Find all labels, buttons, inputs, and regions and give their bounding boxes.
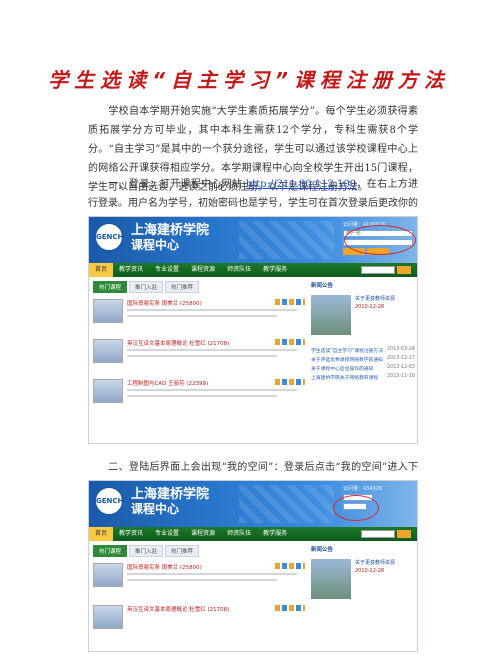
main-nav: 首页 教学资讯 专业设置 课程资源 师资队伍 教学服务 (89, 527, 417, 541)
news-text[interactable]: 上海建桥学院关于网络教育课程 (311, 376, 378, 381)
news-item[interactable]: 2013-12-17 关于评选优秀课程网络教学的通知 (311, 356, 415, 363)
course-desc-line (127, 395, 277, 397)
course-thumbnail (93, 299, 123, 323)
nav-majors[interactable]: 专业设置 (149, 263, 185, 277)
course-tabs: 热门课程 推门入驻 热门推荐 (93, 545, 201, 557)
main-nav: 首页 教学资讯 专业设置 课程资源 师资队伍 教学服务 (89, 263, 417, 277)
site-title: 上海建桥学院 课程中心 (131, 223, 209, 253)
banner-decoration (239, 221, 334, 259)
screenshot-login-page: GENCH 上海建桥学院 课程中心 访问量：4100026 用户名 首页 教学资讯… (88, 216, 418, 444)
course-action-icons (275, 299, 305, 305)
announcement[interactable]: 关于更变教师资源 2010-12-28 (355, 295, 413, 311)
news-text[interactable]: 关于评选优秀课程网络教学的通知 (311, 358, 383, 363)
school-logo: GENCH (94, 486, 124, 516)
search-go-button[interactable] (397, 266, 411, 274)
announcement-date: 2010-12-28 (355, 568, 385, 574)
news-date: 2013-12-03 (387, 365, 415, 370)
course-name[interactable]: 工程制图与CAD 王丽芬 (22399) (127, 379, 208, 387)
tab-hot-courses[interactable]: 热门课程 (93, 545, 127, 557)
school-logo: GENCH (94, 222, 124, 252)
announcement[interactable]: 关于更变教师资源 2010-12-28 (355, 559, 413, 575)
document-title: 学生选读“自主学习”课程注册方法 (48, 68, 450, 92)
nav-teaching-news[interactable]: 教学资讯 (113, 527, 149, 541)
news-header: 新闻公告 (311, 547, 334, 553)
nav-course-resources[interactable]: 课程资源 (185, 263, 221, 277)
course-desc-line (127, 315, 277, 317)
course-action-icons (275, 379, 305, 385)
banner-decoration (239, 485, 334, 523)
course-desc-line (127, 309, 297, 311)
course-item[interactable]: 工程制图与CAD 王丽芬 (22399) (93, 379, 305, 417)
news-list: 2013-03-24 学生选读“自主学习”课程注册方法 2013-12-17 关于评… (311, 347, 415, 381)
news-date: 2013-03-24 (387, 347, 415, 352)
campus-photo (311, 559, 351, 599)
announcement-title[interactable]: 关于更变教师资源 (355, 295, 413, 303)
course-thumbnail (93, 339, 123, 363)
search-select[interactable] (361, 266, 395, 274)
course-desc-line (127, 349, 297, 351)
course-action-icons (275, 339, 305, 345)
course-desc-line (127, 389, 297, 391)
course-item[interactable]: 国际贸易实务 周美兰 (25800) (93, 299, 305, 337)
tab-recommended[interactable]: 热门推荐 (165, 281, 199, 293)
school-name: 上海建桥学院 (131, 487, 210, 502)
news-item[interactable]: 2013-03-24 学生选读“自主学习”课程注册方法 (311, 347, 415, 354)
course-thumbnail (93, 563, 123, 587)
course-thumbnail (93, 379, 123, 403)
nav-home[interactable]: 首页 (89, 263, 114, 277)
nav-faculty[interactable]: 师资队伍 (221, 263, 257, 277)
school-name: 上海建桥学院 (131, 223, 210, 238)
news-panel: 新闻公告 关于更变教师资源 2010-12-28 2013-03-24 学生选读“… (311, 281, 415, 381)
course-name[interactable]: 英汉互译文基本原理概论 杜雪红 (21708) (127, 605, 229, 613)
course-action-icons (275, 605, 305, 611)
tab-new-courses[interactable]: 推门入驻 (129, 281, 163, 293)
campus-photo (311, 295, 351, 335)
login-highlight-circle (344, 225, 416, 255)
news-panel: 新闻公告 关于更变教师资源 2010-12-28 (311, 545, 415, 599)
course-center-link[interactable]: http://211.80.112.100 (246, 179, 357, 190)
course-item[interactable]: 英汉互译文基本原理概论 杜雪红 (21708) (93, 339, 305, 377)
news-item[interactable]: 2013-11-18 上海建桥学院关于网络教育课程 (311, 374, 415, 381)
visitor-count: 访问量：434928 (343, 486, 383, 492)
center-name: 课程中心 (131, 502, 180, 516)
course-thumbnail (93, 605, 123, 629)
news-text[interactable]: 学生选读“自主学习”课程注册方法 (311, 349, 383, 354)
tab-hot-courses[interactable]: 热门课程 (93, 281, 127, 293)
course-desc-line (127, 573, 297, 575)
news-text[interactable]: 关于课程中心后台操作的通知 (311, 367, 373, 372)
nav-services[interactable]: 教学服务 (257, 263, 293, 277)
news-date: 2013-11-18 (387, 374, 415, 379)
news-date: 2013-12-17 (387, 356, 415, 361)
site-title: 上海建桥学院 课程中心 (131, 487, 209, 517)
course-item[interactable]: 英汉互译文基本原理概论 杜雪红 (21708) (93, 605, 305, 643)
step1-text-before: 一、登录：打开课程中心网站 (108, 179, 246, 190)
tab-new-courses[interactable]: 推门入驻 (129, 545, 163, 557)
course-name[interactable]: 英汉互译文基本原理概论 杜雪红 (21708) (127, 339, 229, 347)
nav-home[interactable]: 首页 (89, 527, 114, 541)
search-select[interactable] (361, 530, 395, 538)
screenshot-my-space: GENCH 上海建桥学院 课程中心 访问量：434928 首页 教学资讯 专业设置课… (88, 480, 418, 652)
course-name[interactable]: 国际贸易实务 周美兰 (25800) (127, 299, 202, 307)
course-item[interactable]: 国际贸易实务 周美兰 (25800) (93, 563, 305, 601)
nav-teaching-news[interactable]: 教学资讯 (113, 263, 149, 277)
nav-majors[interactable]: 专业设置 (149, 527, 185, 541)
course-desc-line (127, 579, 277, 581)
tab-recommended[interactable]: 热门推荐 (165, 545, 199, 557)
course-name[interactable]: 国际贸易实务 周美兰 (25800) (127, 563, 202, 571)
center-name: 课程中心 (131, 238, 180, 252)
my-space-highlight-circle (333, 495, 379, 521)
nav-services[interactable]: 教学服务 (257, 527, 293, 541)
announcement-title[interactable]: 关于更变教师资源 (355, 559, 413, 567)
news-item[interactable]: 2013-12-03 关于课程中心后台操作的通知 (311, 365, 415, 372)
news-header: 新闻公告 (311, 283, 334, 289)
course-action-icons (275, 563, 305, 569)
course-tabs: 热门课程 推门入驻 热门推荐 (93, 281, 201, 293)
search-go-button[interactable] (397, 530, 411, 538)
nav-course-resources[interactable]: 课程资源 (185, 527, 221, 541)
course-desc-line (127, 355, 277, 357)
nav-faculty[interactable]: 师资队伍 (221, 527, 257, 541)
announcement-date: 2010-12-28 (355, 304, 385, 310)
